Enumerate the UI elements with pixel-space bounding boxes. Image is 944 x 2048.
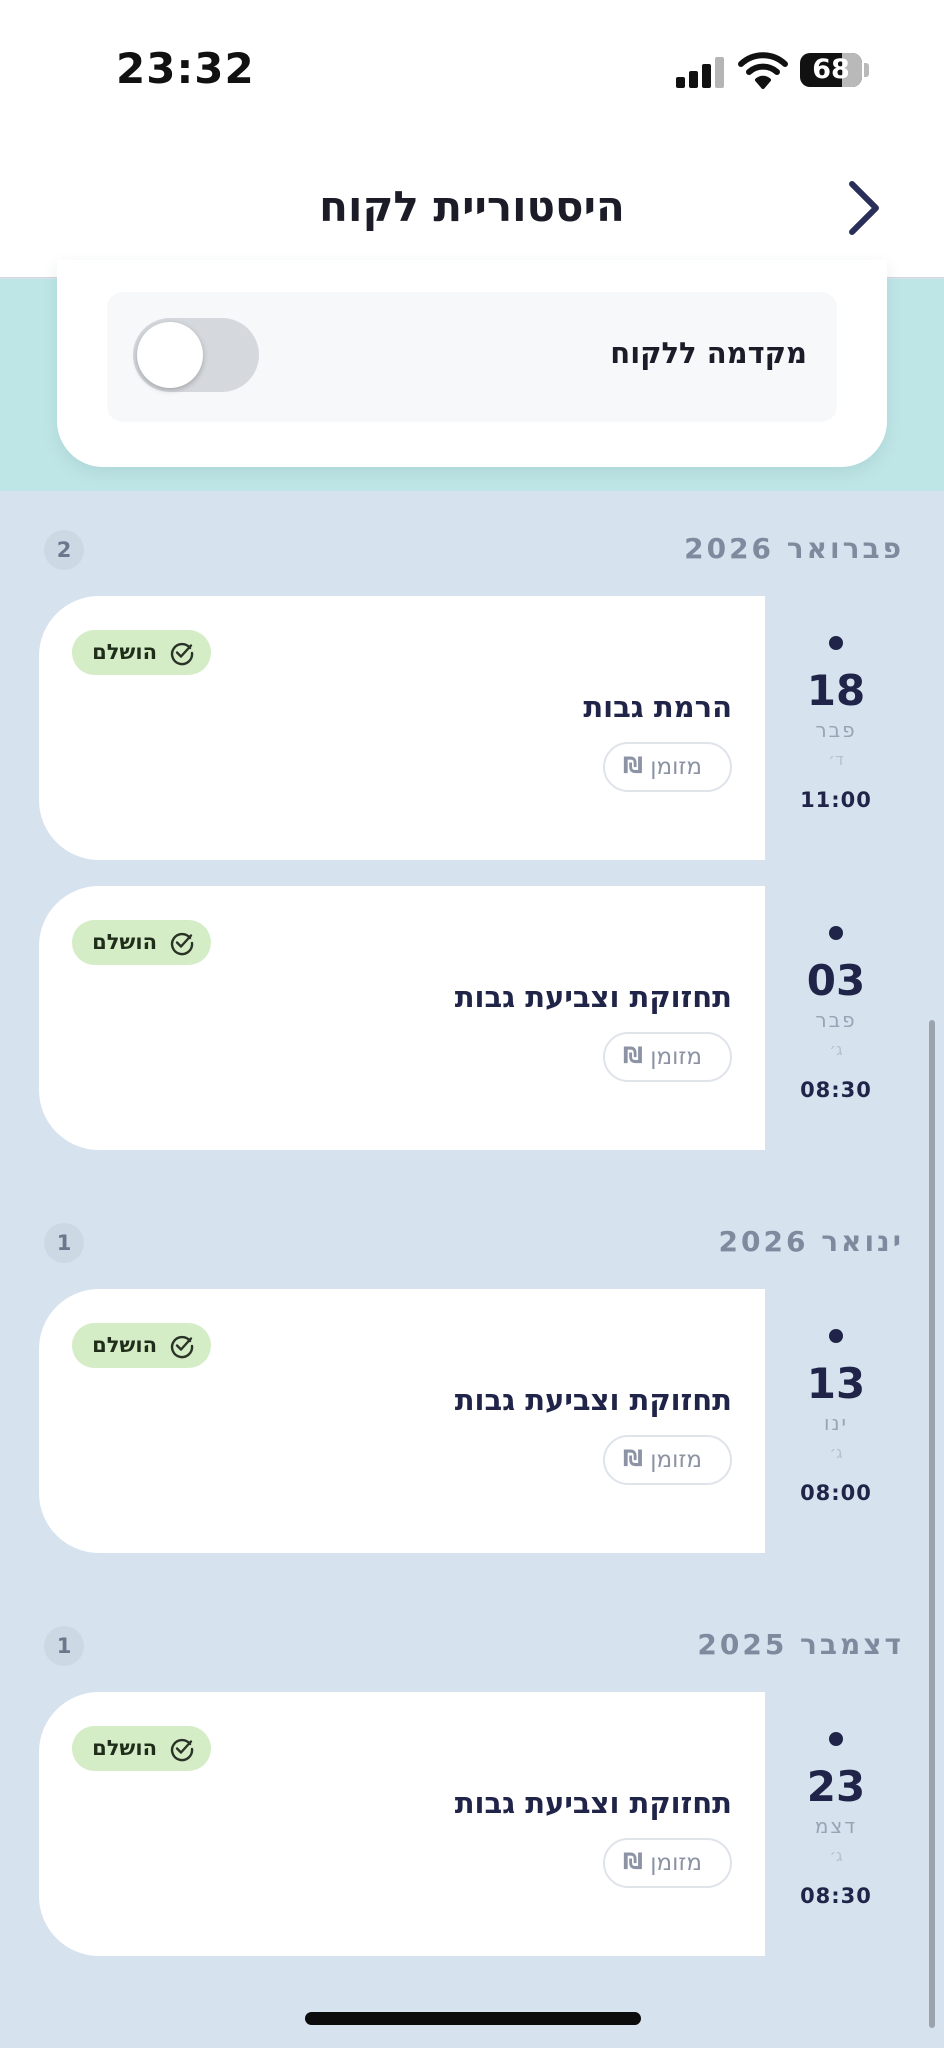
appointment-card[interactable]: הושלם תחזוקת וצביעת גבות מזומן ₪ — [39, 886, 765, 1150]
check-circle-icon — [170, 1738, 194, 1762]
date-day: 18 — [806, 666, 866, 715]
payment-badge: מזומן ₪ — [603, 1032, 732, 1082]
payment-label: מזומן — [650, 1447, 702, 1473]
check-circle-icon — [170, 932, 194, 956]
battery-icon: 68 — [800, 53, 862, 87]
status-badge: הושלם — [72, 630, 211, 675]
status-time: 23:32 — [116, 44, 255, 93]
date-weekday: ג׳ — [829, 1846, 843, 1865]
wifi-icon — [738, 52, 788, 89]
date-day: 23 — [806, 1762, 866, 1811]
appointment-card[interactable]: הושלם הרמת גבות מזומן ₪ — [39, 596, 765, 860]
appointment-time: 08:00 — [800, 1481, 872, 1505]
home-indicator[interactable] — [305, 2012, 641, 2025]
shekel-icon: ₪ — [623, 754, 643, 779]
date-weekday: ד׳ — [828, 750, 844, 769]
service-name: תחזוקת וצביעת גבות — [454, 980, 732, 1014]
shekel-icon: ₪ — [623, 1850, 643, 1875]
status-badge: הושלם — [72, 1726, 211, 1771]
date-month: פבר — [815, 718, 857, 742]
preference-card: מקדמה ללקוח — [57, 260, 887, 467]
page-title: היסטוריית לקוח — [319, 182, 625, 231]
count-badge: 1 — [44, 1626, 84, 1666]
timeline-dot — [829, 1732, 843, 1746]
payment-label: מזומן — [650, 754, 702, 780]
month-header: דצמבר 2025 — [697, 1628, 904, 1661]
check-circle-icon — [170, 1335, 194, 1359]
date-weekday: ג׳ — [829, 1040, 843, 1059]
status-badge: הושלם — [72, 1323, 211, 1368]
service-name: תחזוקת וצביעת גבות — [454, 1383, 732, 1417]
payment-badge: מזומן ₪ — [603, 742, 732, 792]
battery-tip — [864, 63, 869, 77]
status-label: הושלם — [92, 640, 157, 664]
status-label: הושלם — [92, 1736, 157, 1760]
timeline-dot — [829, 1329, 843, 1343]
appointment-time: 08:30 — [800, 1884, 872, 1908]
timeline-dot — [829, 926, 843, 940]
month-header: ינואר 2026 — [718, 1225, 904, 1258]
cellular-signal-icon — [676, 56, 726, 88]
shekel-icon: ₪ — [623, 1044, 643, 1069]
payment-label: מזומן — [650, 1850, 702, 1876]
date-weekday: ג׳ — [829, 1443, 843, 1462]
status-bar: 23:32 68 — [0, 0, 944, 138]
scrollbar[interactable] — [929, 1020, 935, 2028]
toggle-knob — [137, 322, 203, 388]
service-name: תחזוקת וצביעת גבות — [454, 1786, 732, 1820]
date-month: דצמ — [814, 1814, 858, 1838]
timeline-dot — [829, 636, 843, 650]
deposit-toggle[interactable] — [133, 318, 259, 392]
preference-row: מקדמה ללקוח — [107, 292, 837, 422]
date-day: 03 — [806, 956, 866, 1005]
appointment-time: 11:00 — [800, 788, 872, 812]
appointment-card[interactable]: הושלם תחזוקת וצביעת גבות מזומן ₪ — [39, 1692, 765, 1956]
payment-badge: מזומן ₪ — [603, 1838, 732, 1888]
status-label: הושלם — [92, 1333, 157, 1357]
status-label: הושלם — [92, 930, 157, 954]
shekel-icon: ₪ — [623, 1447, 643, 1472]
chevron-right-icon[interactable] — [842, 178, 886, 238]
deposit-label: מקדמה ללקוח — [610, 336, 807, 370]
date-month: ינו — [824, 1411, 848, 1435]
app-header: היסטוריית לקוח — [0, 138, 944, 278]
appointment-card[interactable]: הושלם תחזוקת וצביעת גבות מזומן ₪ — [39, 1289, 765, 1553]
date-month: פבר — [815, 1008, 857, 1032]
payment-label: מזומן — [650, 1044, 702, 1070]
count-badge: 1 — [44, 1223, 84, 1263]
appointment-time: 08:30 — [800, 1078, 872, 1102]
month-header: פברואר 2026 — [684, 532, 904, 565]
battery-level: 68 — [812, 54, 850, 85]
count-badge: 2 — [44, 530, 84, 570]
service-name: הרמת גבות — [583, 690, 732, 724]
payment-badge: מזומן ₪ — [603, 1435, 732, 1485]
status-badge: הושלם — [72, 920, 211, 965]
date-day: 13 — [806, 1359, 866, 1408]
check-circle-icon — [170, 642, 194, 666]
